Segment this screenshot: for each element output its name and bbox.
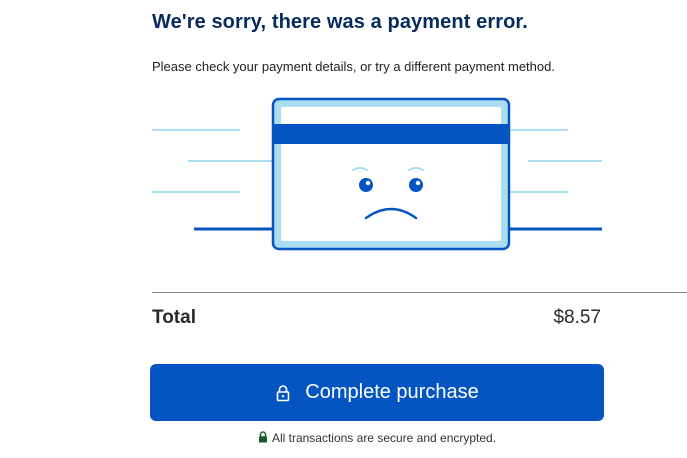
error-title: We're sorry, there was a payment error.	[152, 11, 528, 33]
lock-icon	[276, 384, 290, 401]
total-label: Total	[152, 307, 196, 328]
payment-error-page: We're sorry, there was a payment error. …	[0, 0, 687, 458]
sad-card-illustration	[152, 97, 602, 251]
complete-purchase-button[interactable]: Complete purchase	[150, 364, 604, 421]
total-value: $8.57	[553, 307, 601, 328]
security-note: All transactions are secure and encrypte…	[0, 431, 687, 445]
summary-divider	[152, 292, 687, 293]
speed-lines-right	[510, 129, 602, 231]
credit-card-icon	[271, 97, 511, 251]
error-message: Please check your payment details, or tr…	[152, 59, 555, 74]
lock-icon	[258, 431, 267, 443]
security-note-text: All transactions are secure and encrypte…	[271, 431, 497, 445]
complete-purchase-label: Complete purchase	[305, 381, 479, 403]
speed-lines-left	[152, 129, 274, 231]
